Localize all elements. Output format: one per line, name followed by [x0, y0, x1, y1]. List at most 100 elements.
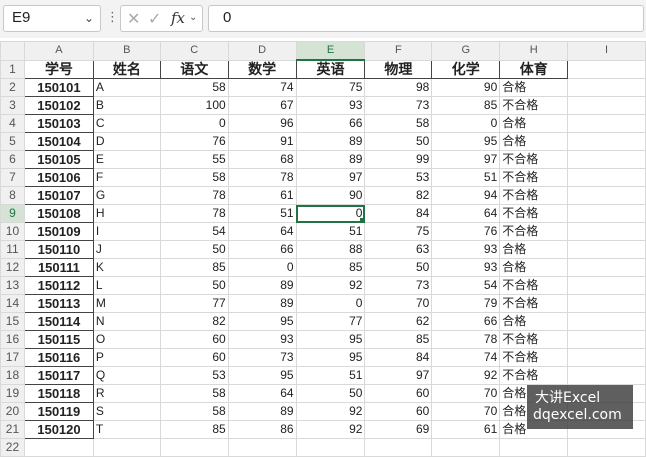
select-all-corner[interactable]	[0, 41, 25, 61]
row-header[interactable]: 4	[0, 114, 25, 133]
cell-i11[interactable]	[567, 240, 646, 259]
cancel-icon[interactable]: ✕	[127, 9, 140, 28]
row-header[interactable]: 5	[0, 132, 25, 151]
cell-h5[interactable]: 合格	[499, 132, 569, 151]
cell-g5[interactable]: 95	[431, 132, 501, 151]
cell-h6[interactable]: 不合格	[499, 150, 569, 169]
cell-a6[interactable]: 150105	[23, 150, 94, 169]
column-header-e[interactable]: E	[295, 41, 366, 61]
active-cell[interactable]: 0	[295, 204, 366, 223]
cell-b16[interactable]: O	[92, 330, 161, 349]
cell-f2[interactable]: 98	[364, 78, 433, 97]
cell-g20[interactable]: 70	[431, 402, 501, 421]
insert-function-icon[interactable]: fx	[171, 9, 185, 27]
cell-d9[interactable]: 51	[227, 204, 297, 223]
cell-i8[interactable]	[567, 186, 646, 205]
cell-i4[interactable]	[567, 114, 646, 133]
column-header-h[interactable]: H	[499, 41, 569, 61]
cell-c18[interactable]: 53	[159, 366, 229, 385]
cell-e15[interactable]: 77	[295, 312, 366, 331]
cell-b17[interactable]: P	[92, 348, 161, 367]
cell-d5[interactable]: 91	[227, 132, 297, 151]
cell-b14[interactable]: M	[92, 294, 161, 313]
row-header[interactable]: 1	[0, 59, 25, 79]
cell-i17[interactable]	[567, 348, 646, 367]
cell-e8[interactable]: 90	[295, 186, 366, 205]
cell-f22[interactable]	[364, 438, 433, 457]
cell-a11[interactable]: 150110	[23, 240, 94, 259]
cell-e12[interactable]: 85	[295, 258, 366, 277]
cell-c21[interactable]: 85	[159, 420, 229, 439]
cell-i7[interactable]	[567, 168, 646, 187]
cell-h8[interactable]: 不合格	[499, 186, 569, 205]
cell-i14[interactable]	[567, 294, 646, 313]
cell-h3[interactable]: 不合格	[499, 96, 569, 115]
cell-g6[interactable]: 97	[431, 150, 501, 169]
cell-i18[interactable]	[567, 366, 646, 385]
cell-g7[interactable]: 51	[431, 168, 501, 187]
row-header[interactable]: 10	[0, 222, 25, 241]
cell-e10[interactable]: 51	[295, 222, 366, 241]
cell-d10[interactable]: 64	[227, 222, 297, 241]
cell-b12[interactable]: K	[92, 258, 161, 277]
cell-h16[interactable]: 不合格	[499, 330, 569, 349]
cell-f5[interactable]: 50	[364, 132, 433, 151]
cell-d2[interactable]: 74	[227, 78, 297, 97]
cell-c10[interactable]: 54	[159, 222, 229, 241]
row-header[interactable]: 16	[0, 330, 25, 349]
cell-d1[interactable]: 数学	[227, 59, 297, 79]
cell-g14[interactable]: 79	[431, 294, 501, 313]
cell-g17[interactable]: 74	[431, 348, 501, 367]
row-header[interactable]: 9	[0, 204, 25, 223]
cell-f10[interactable]: 75	[364, 222, 433, 241]
cell-c5[interactable]: 76	[159, 132, 229, 151]
cell-h15[interactable]: 合格	[499, 312, 569, 331]
cell-i10[interactable]	[567, 222, 646, 241]
cell-b10[interactable]: I	[92, 222, 161, 241]
cell-f21[interactable]: 69	[364, 420, 433, 439]
cell-g12[interactable]: 93	[431, 258, 501, 277]
cell-d20[interactable]: 89	[227, 402, 297, 421]
row-header[interactable]: 2	[0, 78, 25, 97]
cell-e7[interactable]: 97	[295, 168, 366, 187]
cell-i15[interactable]	[567, 312, 646, 331]
cell-g19[interactable]: 70	[431, 384, 501, 403]
cell-b15[interactable]: N	[92, 312, 161, 331]
cell-g21[interactable]: 61	[431, 420, 501, 439]
cell-a13[interactable]: 150112	[23, 276, 94, 295]
cell-d3[interactable]: 67	[227, 96, 297, 115]
cell-c20[interactable]: 58	[159, 402, 229, 421]
cell-d13[interactable]: 89	[227, 276, 297, 295]
cell-d14[interactable]: 89	[227, 294, 297, 313]
row-header[interactable]: 8	[0, 186, 25, 205]
cell-h11[interactable]: 合格	[499, 240, 569, 259]
cell-i16[interactable]	[567, 330, 646, 349]
more-options-icon[interactable]: ⋮	[106, 8, 119, 28]
cell-i12[interactable]	[567, 258, 646, 277]
cell-c17[interactable]: 60	[159, 348, 229, 367]
cell-d22[interactable]	[227, 438, 297, 457]
row-header[interactable]: 17	[0, 348, 25, 367]
cell-f3[interactable]: 73	[364, 96, 433, 115]
cell-i2[interactable]	[567, 78, 646, 97]
cell-c16[interactable]: 60	[159, 330, 229, 349]
name-box[interactable]: E9 ⌄	[3, 5, 101, 32]
cell-d12[interactable]: 0	[227, 258, 297, 277]
cell-f7[interactable]: 53	[364, 168, 433, 187]
row-header[interactable]: 13	[0, 276, 25, 295]
cell-d11[interactable]: 66	[227, 240, 297, 259]
cell-b9[interactable]: H	[92, 204, 161, 223]
row-header[interactable]: 21	[0, 420, 25, 439]
cell-h9[interactable]: 不合格	[499, 204, 569, 223]
column-header-i[interactable]: I	[567, 41, 646, 61]
cell-c9[interactable]: 78	[159, 204, 229, 223]
cell-e18[interactable]: 51	[295, 366, 366, 385]
cell-b18[interactable]: Q	[92, 366, 161, 385]
row-header[interactable]: 19	[0, 384, 25, 403]
cell-c7[interactable]: 58	[159, 168, 229, 187]
cell-d16[interactable]: 93	[227, 330, 297, 349]
cell-c2[interactable]: 58	[159, 78, 229, 97]
column-header-a[interactable]: A	[23, 41, 94, 61]
row-header[interactable]: 22	[0, 438, 25, 457]
cell-f19[interactable]: 60	[364, 384, 433, 403]
